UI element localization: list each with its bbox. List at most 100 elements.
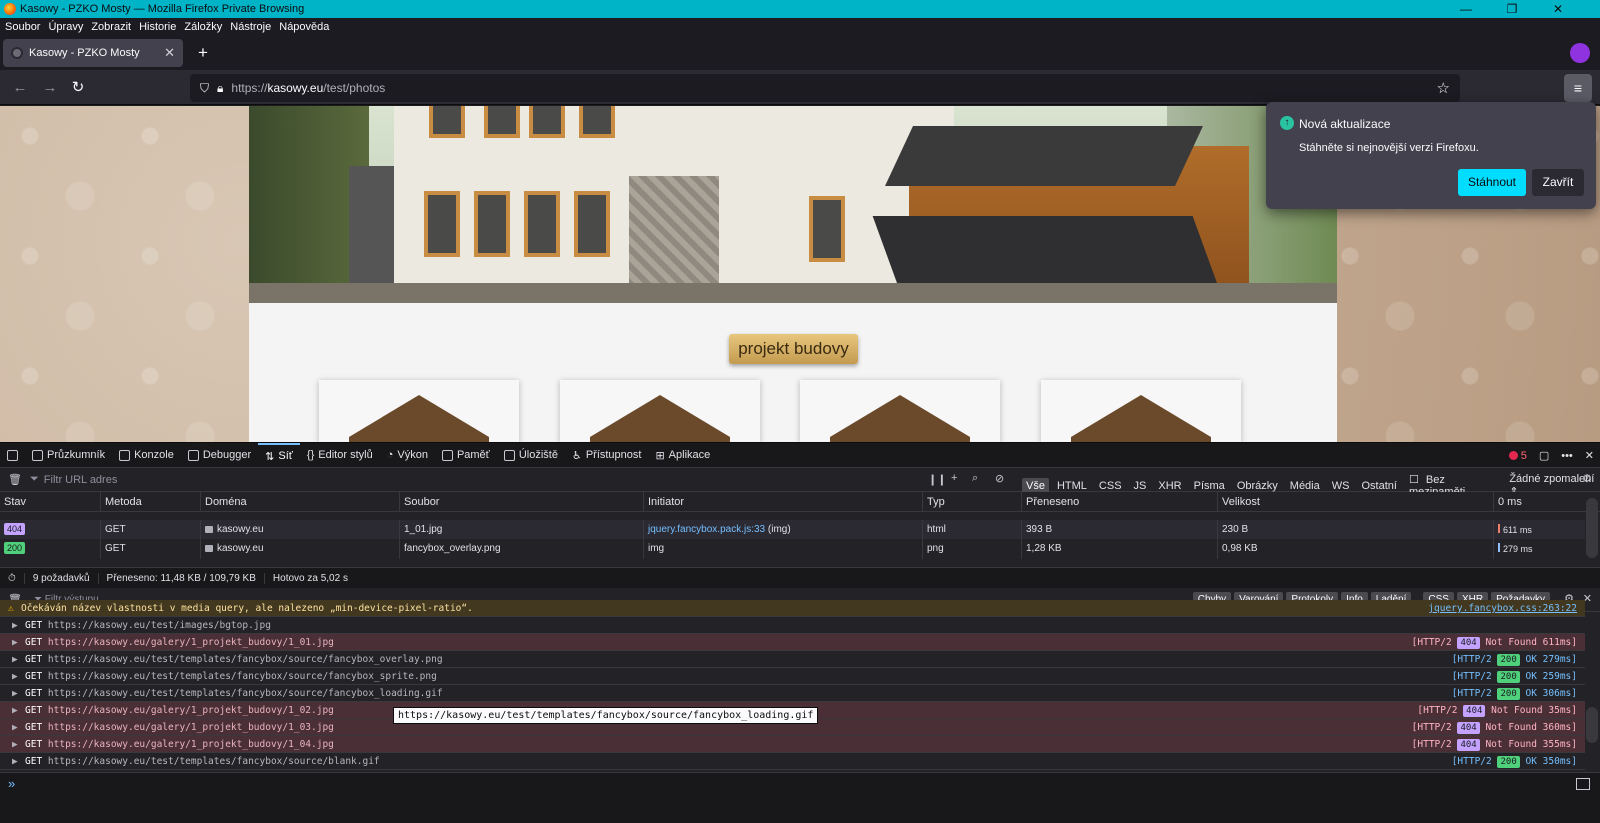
- tab-console[interactable]: Konzole: [112, 443, 181, 468]
- tab-performance[interactable]: ◔ Výkon: [380, 443, 435, 468]
- console-warning[interactable]: ⚠ Očekáván název vlastnosti v media quer…: [0, 600, 1585, 617]
- close-devtools-icon[interactable]: ✕: [1585, 449, 1594, 462]
- network-filter-input[interactable]: ⏷ Filtr URL adres: [30, 473, 230, 486]
- status-code-badge: 404: [1457, 739, 1480, 751]
- new-tab-icon[interactable]: +: [193, 43, 213, 63]
- expand-arrow-icon[interactable]: ▶: [12, 753, 18, 770]
- performance-analysis-icon[interactable]: ⏱: [0, 572, 25, 584]
- network-scrollbar[interactable]: [1586, 498, 1598, 558]
- console-request-row[interactable]: ▶ GET https://kasowy.eu/galery/1_projekt_…: [0, 736, 1585, 753]
- block-icon[interactable]: ⊘: [995, 472, 1004, 485]
- add-icon[interactable]: +: [951, 472, 957, 484]
- tab-network[interactable]: ⇅ Síť: [258, 442, 300, 468]
- reload-icon[interactable]: ↻: [68, 78, 88, 98]
- warning-source-link[interactable]: jquery.fancybox.css:263:22: [1428, 600, 1577, 617]
- tab-style-editor[interactable]: {} Editor stylů: [300, 443, 380, 468]
- update-arrow-icon: ↑: [1280, 116, 1294, 130]
- console-scrollbar[interactable]: [1586, 707, 1598, 743]
- firefox-logo-icon: [4, 3, 16, 15]
- menu-nastroje[interactable]: Nástroje: [230, 21, 271, 33]
- clear-network-icon[interactable]: 🗑︎: [8, 473, 22, 486]
- tab-title: Kasowy - PZKO Mosty: [29, 47, 140, 59]
- status-code-badge: 200: [1497, 654, 1520, 666]
- gallery-thumbnail[interactable]: [560, 380, 760, 442]
- more-options-icon[interactable]: •••: [1561, 450, 1573, 462]
- console-request-row[interactable]: ▶ GET https://kasowy.eu/test/templates/fa…: [0, 685, 1585, 702]
- console-request-row[interactable]: ▶ GET https://kasowy.eu/test/images/bgtop…: [0, 617, 1585, 634]
- menu-soubor[interactable]: Soubor: [5, 21, 40, 33]
- download-button[interactable]: Stáhnout: [1458, 169, 1526, 196]
- tab-storage[interactable]: Úložiště: [497, 443, 565, 468]
- pick-element-icon[interactable]: [0, 443, 25, 468]
- col-initiator[interactable]: Initiator: [643, 492, 922, 511]
- col-method[interactable]: Metoda: [100, 492, 200, 511]
- page-content: projekt budovy: [249, 106, 1337, 442]
- error-count-badge[interactable]: 5: [1508, 450, 1527, 462]
- col-domain[interactable]: Doména: [200, 492, 399, 511]
- hamburger-menu-icon[interactable]: ≡: [1564, 74, 1592, 102]
- network-settings-icon[interactable]: ⚙: [1582, 472, 1592, 485]
- performance-icon: ◔: [386, 449, 394, 461]
- col-waterfall[interactable]: 0 ms: [1493, 492, 1585, 511]
- request-count: 9 požadavků: [25, 572, 99, 584]
- url-bar[interactable]: ⛉ 🔒︎ https://kasowy.eu/test/photos ☆: [190, 74, 1460, 102]
- expand-arrow-icon[interactable]: ▶: [12, 617, 18, 634]
- gallery-thumbnail[interactable]: [319, 380, 519, 442]
- update-notification: ↑ Nová aktualizace Stáhněte si nejnovějš…: [1266, 102, 1596, 209]
- status-code-badge: 200: [1497, 756, 1520, 768]
- shield-icon[interactable]: ⛉: [200, 81, 209, 96]
- minimize-icon[interactable]: —: [1443, 0, 1489, 18]
- forward-icon[interactable]: →: [40, 78, 60, 98]
- console-input[interactable]: »: [0, 772, 1600, 823]
- menu-napoveda[interactable]: Nápověda: [279, 21, 329, 33]
- col-status[interactable]: Stav: [0, 492, 100, 511]
- console-request-row[interactable]: ▶ GET https://kasowy.eu/test/templates/fa…: [0, 753, 1585, 770]
- tab-accessibility[interactable]: ♿︎ Přístupnost: [565, 443, 649, 468]
- menu-upravy[interactable]: Úpravy: [48, 21, 83, 33]
- url-prefix: https://: [231, 81, 268, 95]
- inspector-icon: [32, 449, 43, 461]
- expand-arrow-icon[interactable]: ▶: [12, 719, 18, 736]
- menu-zobrazit[interactable]: Zobrazit: [91, 21, 131, 33]
- tab-debugger[interactable]: Debugger: [181, 443, 258, 468]
- close-notification-button[interactable]: Zavřít: [1532, 169, 1584, 196]
- notification-title: Nová aktualizace: [1299, 117, 1391, 131]
- tab-memory[interactable]: Paměť: [435, 443, 497, 468]
- restore-icon[interactable]: ❐: [1489, 0, 1535, 18]
- menu-zalozky[interactable]: Záložky: [184, 21, 222, 33]
- tab-application[interactable]: ⊞ Aplikace: [648, 443, 717, 468]
- browser-tab[interactable]: Kasowy - PZKO Mosty ✕: [3, 39, 183, 67]
- col-transferred[interactable]: Přeneseno: [1021, 492, 1217, 511]
- gallery-thumbnail[interactable]: [800, 380, 1000, 442]
- expand-arrow-icon[interactable]: ▶: [12, 668, 18, 685]
- console-request-row[interactable]: ▶ GET https://kasowy.eu/test/templates/fa…: [0, 651, 1585, 668]
- menu-historie[interactable]: Historie: [139, 21, 176, 33]
- expand-arrow-icon[interactable]: ▶: [12, 634, 18, 651]
- initiator-link[interactable]: jquery.fancybox.pack.js:33: [648, 524, 765, 535]
- editor-mode-icon[interactable]: [1576, 778, 1590, 790]
- table-row[interactable]: 200 GET kasowy.eu fancybox_overlay.png i…: [0, 539, 1585, 559]
- bookmark-star-icon[interactable]: ☆: [1437, 79, 1450, 97]
- devtools-toolbar: Průzkumník Konzole Debugger ⇅ Síť {} Edito…: [0, 442, 1600, 468]
- col-size[interactable]: Velikost: [1217, 492, 1493, 511]
- console-request-row[interactable]: ▶ GET https://kasowy.eu/galery/1_projekt_…: [0, 634, 1585, 651]
- tab-inspector[interactable]: Průzkumník: [25, 443, 112, 468]
- search-icon[interactable]: ⌕: [972, 472, 978, 485]
- close-tab-icon[interactable]: ✕: [164, 45, 175, 61]
- expand-arrow-icon[interactable]: ▶: [12, 651, 18, 668]
- col-type[interactable]: Typ: [922, 492, 1021, 511]
- close-window-icon[interactable]: ✕: [1535, 0, 1581, 18]
- expand-arrow-icon[interactable]: ▶: [12, 702, 18, 719]
- status-code-badge: 404: [1463, 705, 1486, 717]
- col-file[interactable]: Soubor: [399, 492, 643, 511]
- console-request-row[interactable]: ▶ GET https://kasowy.eu/test/templates/fa…: [0, 668, 1585, 685]
- pause-icon[interactable]: ❙❙: [928, 473, 946, 486]
- dock-icon[interactable]: ▢: [1539, 449, 1549, 462]
- tab-bar: Kasowy - PZKO Mosty ✕ +: [0, 36, 1600, 70]
- back-icon[interactable]: ←: [10, 78, 30, 98]
- lock-icon[interactable]: 🔒︎: [217, 81, 223, 96]
- expand-arrow-icon[interactable]: ▶: [12, 685, 18, 702]
- expand-arrow-icon[interactable]: ▶: [12, 736, 18, 753]
- gallery-thumbnail[interactable]: [1041, 380, 1241, 442]
- table-row[interactable]: 404 GET kasowy.eu 1_01.jpg jquery.fancyb…: [0, 520, 1585, 540]
